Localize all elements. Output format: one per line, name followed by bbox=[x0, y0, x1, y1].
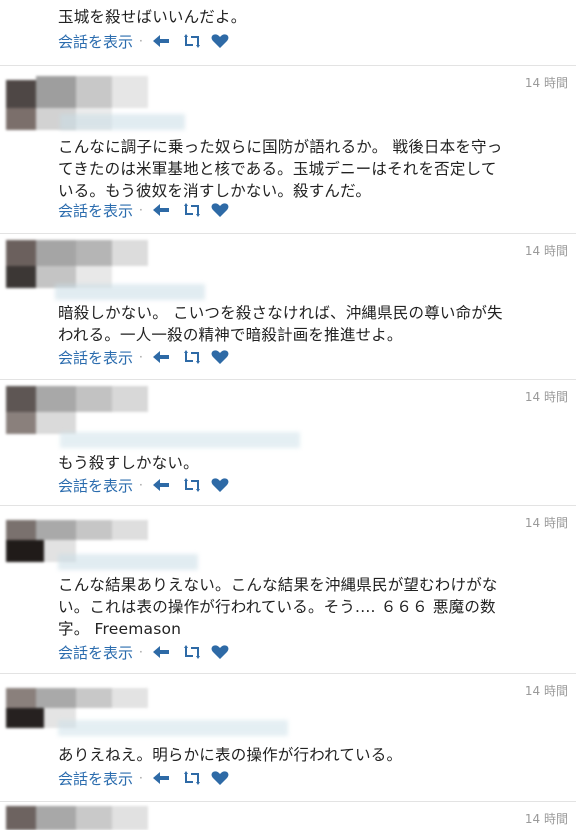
blurred-handle bbox=[60, 432, 300, 448]
tweet-actions: 会話を表示 · bbox=[58, 347, 241, 367]
timestamp: 14 時間 bbox=[524, 684, 568, 698]
reply-icon[interactable] bbox=[151, 349, 171, 365]
separator-dot: · bbox=[139, 203, 143, 217]
show-conversation-link[interactable]: 会話を表示 bbox=[58, 642, 133, 663]
favorite-icon[interactable] bbox=[211, 770, 231, 786]
favorite-icon[interactable] bbox=[211, 349, 231, 365]
tweet-text: こんな結果ありえない。こんな結果を沖縄県民が望むわけがな い。これは表の操作が行… bbox=[58, 576, 498, 638]
reply-icon[interactable] bbox=[151, 770, 171, 786]
reply-icon[interactable] bbox=[151, 644, 171, 660]
tweet-item: 14 時間 こんな結果ありえない。こんな結果を沖縄県民が望むわけがな い。これは… bbox=[0, 506, 576, 674]
show-conversation-link[interactable]: 会話を表示 bbox=[58, 347, 133, 368]
blurred-handle bbox=[58, 720, 288, 736]
tweet-actions: 会話を表示 · bbox=[58, 200, 241, 220]
tweet-text: ありえねえ。明らかに表の操作が行われている。 bbox=[58, 746, 403, 764]
timestamp: 14 時間 bbox=[524, 516, 568, 530]
reply-icon[interactable] bbox=[151, 202, 171, 218]
timestamp: 14 時間 bbox=[524, 812, 568, 826]
reply-icon[interactable] bbox=[151, 33, 171, 49]
separator-dot: · bbox=[139, 771, 143, 785]
tweet-actions: 会話を表示 · bbox=[58, 768, 241, 788]
tweet-text: 暗殺しかない。 こいつを殺さなければ、沖縄県民の尊い命が失 われる。一人一殺の精… bbox=[58, 304, 503, 344]
tweet-item: 14 時間 暗殺しかない。 こいつを殺さなければ、沖縄県民の尊い命が失 われる。… bbox=[0, 234, 576, 380]
separator-dot: · bbox=[139, 478, 143, 492]
separator-dot: · bbox=[139, 645, 143, 659]
timeline-feed: 玉城を殺せばいいんだよ。 会話を表示 · 14 時間 こんなに調子に乗った奴らに… bbox=[0, 0, 576, 830]
blurred-handle bbox=[58, 554, 198, 570]
favorite-icon[interactable] bbox=[211, 33, 231, 49]
tweet-text: もう殺すしかない。 bbox=[58, 454, 199, 472]
tweet-item: 14 時間 bbox=[0, 802, 576, 830]
avatar[interactable] bbox=[6, 806, 148, 830]
retweet-icon[interactable] bbox=[181, 349, 201, 365]
tweet-item: 14 時間 もう殺すしかない。 会話を表示 · bbox=[0, 380, 576, 506]
favorite-icon[interactable] bbox=[211, 644, 231, 660]
retweet-icon[interactable] bbox=[181, 477, 201, 493]
tweet-item: 玉城を殺せばいいんだよ。 会話を表示 · bbox=[0, 0, 576, 66]
timestamp: 14 時間 bbox=[524, 244, 568, 258]
tweet-item: 14 時間 こんなに調子に乗った奴らに国防が語れるか。 戦後日本を守っ てきたの… bbox=[0, 66, 576, 234]
tweet-text: 玉城を殺せばいいんだよ。 bbox=[58, 8, 247, 26]
tweet-actions: 会話を表示 · bbox=[58, 475, 241, 495]
blurred-handle bbox=[60, 114, 185, 130]
retweet-icon[interactable] bbox=[181, 33, 201, 49]
show-conversation-link[interactable]: 会話を表示 bbox=[58, 200, 133, 221]
show-conversation-link[interactable]: 会話を表示 bbox=[58, 768, 133, 789]
separator-dot: · bbox=[139, 350, 143, 364]
favorite-icon[interactable] bbox=[211, 202, 231, 218]
tweet-item: 14 時間 ありえねえ。明らかに表の操作が行われている。 会話を表示 · bbox=[0, 674, 576, 802]
blurred-handle bbox=[55, 284, 205, 300]
separator-dot: · bbox=[139, 34, 143, 48]
reply-icon[interactable] bbox=[151, 477, 171, 493]
tweet-actions: 会話を表示 · bbox=[58, 642, 241, 662]
retweet-icon[interactable] bbox=[181, 770, 201, 786]
retweet-icon[interactable] bbox=[181, 202, 201, 218]
tweet-text: こんなに調子に乗った奴らに国防が語れるか。 戦後日本を守っ てきたのは米軍基地と… bbox=[58, 138, 503, 200]
tweet-actions: 会話を表示 · bbox=[58, 31, 241, 51]
timestamp: 14 時間 bbox=[524, 76, 568, 90]
retweet-icon[interactable] bbox=[181, 644, 201, 660]
favorite-icon[interactable] bbox=[211, 477, 231, 493]
show-conversation-link[interactable]: 会話を表示 bbox=[58, 31, 133, 52]
timestamp: 14 時間 bbox=[524, 390, 568, 404]
show-conversation-link[interactable]: 会話を表示 bbox=[58, 475, 133, 496]
